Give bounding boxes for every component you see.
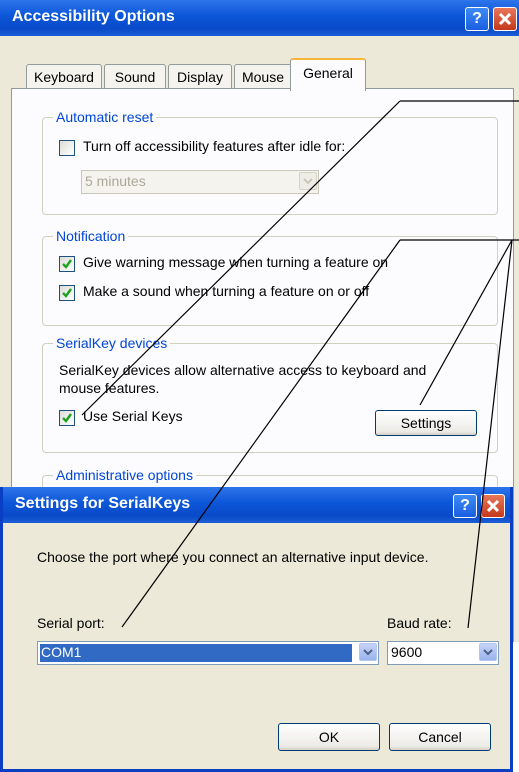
serialkeys-settings-dialog: Settings for SerialKeys ? Choose the por… bbox=[0, 487, 513, 772]
chevron-down-icon bbox=[483, 649, 493, 656]
dialog-description: Choose the port where you connect an alt… bbox=[37, 549, 429, 565]
sound-checkbox[interactable] bbox=[59, 285, 75, 301]
dialog-title-bar[interactable]: Settings for SerialKeys ? bbox=[3, 487, 510, 523]
serial-port-label: Serial port: bbox=[37, 615, 105, 631]
administrative-options-legend: Administrative options bbox=[53, 467, 196, 483]
dialog-help-button[interactable]: ? bbox=[453, 494, 477, 518]
checkmark-icon bbox=[62, 259, 72, 269]
help-button[interactable]: ? bbox=[465, 7, 489, 31]
close-button[interactable] bbox=[493, 7, 517, 31]
chevron-down-icon bbox=[363, 649, 373, 656]
notification-legend: Notification bbox=[53, 228, 129, 244]
baud-rate-dropdown[interactable]: 9600 bbox=[387, 641, 499, 665]
idle-reset-label: Turn off accessibility features after id… bbox=[83, 138, 346, 154]
idle-time-dropdown[interactable]: 5 minutes bbox=[81, 170, 319, 194]
ok-button[interactable]: OK bbox=[278, 723, 380, 751]
settings-button[interactable]: Settings bbox=[375, 410, 477, 436]
tab-keyboard[interactable]: Keyboard bbox=[26, 64, 102, 89]
chevron-down-icon bbox=[303, 178, 313, 185]
dropdown-arrow[interactable] bbox=[299, 172, 317, 190]
window-title: Accessibility Options bbox=[12, 8, 175, 25]
checkmark-icon bbox=[62, 413, 72, 423]
notification-group: Notification Give warning message when t… bbox=[42, 228, 498, 326]
baud-rate-dropdown-arrow[interactable] bbox=[479, 643, 497, 661]
serial-port-dropdown[interactable]: COM1 bbox=[37, 641, 379, 665]
use-serial-keys-label: Use Serial Keys bbox=[83, 408, 183, 424]
idle-time-value: 5 minutes bbox=[85, 173, 146, 189]
serialkey-description-line2: mouse features. bbox=[59, 380, 160, 396]
tab-mouse[interactable]: Mouse bbox=[234, 64, 292, 89]
warning-message-checkbox[interactable] bbox=[59, 256, 75, 272]
close-icon bbox=[498, 12, 512, 26]
idle-reset-checkbox[interactable] bbox=[59, 140, 75, 156]
baud-rate-label: Baud rate: bbox=[387, 615, 452, 631]
tab-display[interactable]: Display bbox=[168, 64, 232, 89]
serialkey-legend: SerialKey devices bbox=[53, 335, 171, 351]
tab-general[interactable]: General bbox=[290, 58, 366, 91]
warning-message-label: Give warning message when turning a feat… bbox=[83, 254, 389, 270]
close-icon bbox=[486, 499, 500, 513]
sound-label: Make a sound when turning a feature on o… bbox=[83, 283, 370, 299]
serial-port-dropdown-arrow[interactable] bbox=[359, 643, 377, 661]
tab-sound[interactable]: Sound bbox=[104, 64, 166, 89]
dialog-close-button[interactable] bbox=[481, 494, 505, 518]
baud-rate-value: 9600 bbox=[391, 644, 423, 660]
cancel-button[interactable]: Cancel bbox=[389, 723, 491, 751]
serialkey-group: SerialKey devices SerialKey devices allo… bbox=[42, 335, 498, 453]
automatic-reset-legend: Automatic reset bbox=[53, 109, 157, 125]
automatic-reset-group: Automatic reset Turn off accessibility f… bbox=[42, 109, 498, 215]
use-serial-keys-checkbox[interactable] bbox=[59, 410, 75, 426]
selection-highlight bbox=[40, 644, 352, 662]
title-bar[interactable]: Accessibility Options ? bbox=[0, 0, 519, 36]
serialkey-description-line1: SerialKey devices allow alternative acce… bbox=[59, 362, 427, 378]
checkmark-icon bbox=[62, 288, 72, 298]
serial-port-value: COM1 bbox=[41, 644, 82, 660]
dialog-title: Settings for SerialKeys bbox=[15, 495, 191, 512]
